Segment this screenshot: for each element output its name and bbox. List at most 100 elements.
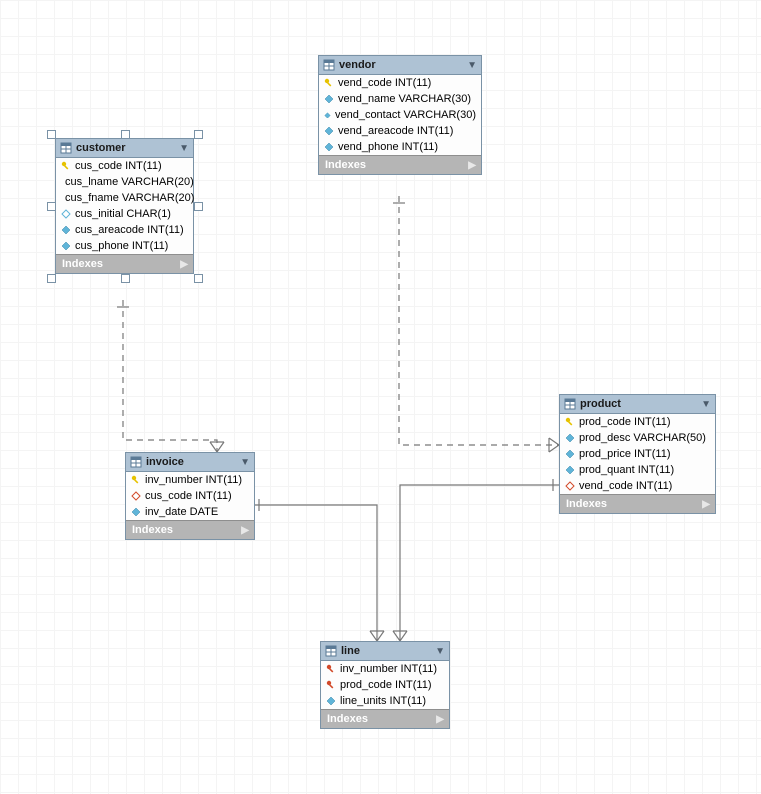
column-text: prod_code INT(11) (579, 416, 671, 428)
diamond-icon (324, 126, 334, 136)
column-row[interactable]: cus_code INT(11) (126, 488, 254, 504)
column-row[interactable]: prod_code INT(11) (321, 677, 449, 693)
indexes-label: Indexes (132, 524, 173, 536)
entity-header[interactable]: customer ▼ (56, 139, 193, 158)
indexes-label: Indexes (566, 498, 607, 510)
column-row[interactable]: prod_code INT(11) (560, 414, 715, 430)
entity-vendor[interactable]: vendor ▼ vend_code INT(11) vend_name VARCHA… (318, 55, 482, 175)
entity-invoice[interactable]: invoice ▼ inv_number INT(11)cus_code INT(1… (125, 452, 255, 540)
column-text: cus_phone INT(11) (75, 240, 168, 252)
column-text: vend_phone INT(11) (338, 141, 438, 153)
column-text: inv_number INT(11) (340, 663, 437, 675)
column-text: line_units INT(11) (340, 695, 426, 707)
column-text: vend_code INT(11) (579, 480, 672, 492)
column-row[interactable]: prod_desc VARCHAR(50) (560, 430, 715, 446)
column-text: vend_code INT(11) (338, 77, 431, 89)
table-icon (323, 59, 335, 71)
collapse-icon[interactable]: ▼ (701, 399, 711, 410)
indexes-section[interactable]: Indexes ▶ (56, 254, 193, 273)
key-red-icon (326, 664, 336, 674)
entity-columns: cus_code INT(11)cus_lname VARCHAR(20)cus… (56, 158, 193, 254)
diamond-icon (324, 110, 331, 120)
column-text: cus_areacode INT(11) (75, 224, 184, 236)
column-row[interactable]: vend_contact VARCHAR(30) (319, 107, 481, 123)
column-text: cus_initial CHAR(1) (75, 208, 171, 220)
column-text: prod_price INT(11) (579, 448, 671, 460)
diamond-icon (61, 225, 71, 235)
indexes-label: Indexes (327, 713, 368, 725)
diamond-icon (565, 465, 575, 475)
diamond-icon (565, 481, 575, 491)
collapse-icon[interactable]: ▼ (179, 143, 189, 154)
column-text: prod_code INT(11) (340, 679, 432, 691)
column-row[interactable]: line_units INT(11) (321, 693, 449, 709)
column-row[interactable]: cus_initial CHAR(1) (56, 206, 193, 222)
diamond-icon (565, 433, 575, 443)
column-text: cus_code INT(11) (75, 160, 162, 172)
column-row[interactable]: prod_quant INT(11) (560, 462, 715, 478)
key-yellow-icon (131, 475, 141, 485)
entity-product[interactable]: product ▼ prod_code INT(11) prod_desc VARCH… (559, 394, 716, 514)
column-row[interactable]: inv_number INT(11) (126, 472, 254, 488)
indexes-section[interactable]: Indexes ▶ (321, 709, 449, 728)
column-text: prod_quant INT(11) (579, 464, 674, 476)
column-row[interactable]: cus_lname VARCHAR(20) (56, 174, 193, 190)
entity-customer[interactable]: customer ▼ cus_code INT(11) cus_lname VARCH… (55, 138, 194, 274)
key-yellow-icon (324, 78, 334, 88)
diamond-icon (131, 507, 141, 517)
entity-header[interactable]: vendor ▼ (319, 56, 481, 75)
entity-header[interactable]: invoice ▼ (126, 453, 254, 472)
entity-header[interactable]: product ▼ (560, 395, 715, 414)
entity-line[interactable]: line ▼ inv_number INT(11) prod_code INT(11)… (320, 641, 450, 729)
chevron-right-icon: ▶ (241, 525, 249, 536)
column-row[interactable]: cus_code INT(11) (56, 158, 193, 174)
column-row[interactable]: vend_name VARCHAR(30) (319, 91, 481, 107)
column-text: vend_name VARCHAR(30) (338, 93, 471, 105)
entity-title: customer (76, 142, 175, 154)
indexes-section[interactable]: Indexes ▶ (560, 494, 715, 513)
indexes-label: Indexes (62, 258, 103, 270)
entity-title: invoice (146, 456, 236, 468)
diamond-icon (324, 142, 334, 152)
collapse-icon[interactable]: ▼ (435, 646, 445, 657)
table-icon (130, 456, 142, 468)
indexes-section[interactable]: Indexes ▶ (126, 520, 254, 539)
diamond-icon (61, 209, 71, 219)
table-icon (60, 142, 72, 154)
column-row[interactable]: vend_phone INT(11) (319, 139, 481, 155)
chevron-right-icon: ▶ (436, 714, 444, 725)
collapse-icon[interactable]: ▼ (240, 457, 250, 468)
chevron-right-icon: ▶ (702, 499, 710, 510)
column-text: prod_desc VARCHAR(50) (579, 432, 706, 444)
column-text: vend_contact VARCHAR(30) (335, 109, 476, 121)
key-yellow-icon (565, 417, 575, 427)
entity-columns: inv_number INT(11) prod_code INT(11) line_… (321, 661, 449, 709)
column-text: inv_date DATE (145, 506, 218, 518)
column-row[interactable]: cus_fname VARCHAR(20) (56, 190, 193, 206)
column-row[interactable]: vend_code INT(11) (560, 478, 715, 494)
column-row[interactable]: inv_date DATE (126, 504, 254, 520)
diamond-icon (131, 491, 141, 501)
column-row[interactable]: inv_number INT(11) (321, 661, 449, 677)
indexes-label: Indexes (325, 159, 366, 171)
entity-title: product (580, 398, 697, 410)
diamond-icon (326, 696, 336, 706)
indexes-section[interactable]: Indexes▶ (319, 155, 481, 174)
key-red-icon (326, 680, 336, 690)
column-row[interactable]: cus_areacode INT(11) (56, 222, 193, 238)
entity-header[interactable]: line ▼ (321, 642, 449, 661)
entity-title: line (341, 645, 431, 657)
collapse-icon[interactable]: ▼ (467, 60, 477, 71)
entity-title: vendor (339, 59, 463, 71)
column-row[interactable]: prod_price INT(11) (560, 446, 715, 462)
key-yellow-icon (61, 161, 71, 171)
entity-columns: inv_number INT(11)cus_code INT(11) inv_da… (126, 472, 254, 520)
diamond-icon (565, 449, 575, 459)
chevron-right-icon: ▶ (180, 259, 188, 270)
column-text: vend_areacode INT(11) (338, 125, 453, 137)
entity-columns: vend_code INT(11) vend_name VARCHAR(30) ve… (319, 75, 481, 155)
table-icon (564, 398, 576, 410)
column-row[interactable]: vend_areacode INT(11) (319, 123, 481, 139)
column-row[interactable]: vend_code INT(11) (319, 75, 481, 91)
column-row[interactable]: cus_phone INT(11) (56, 238, 193, 254)
